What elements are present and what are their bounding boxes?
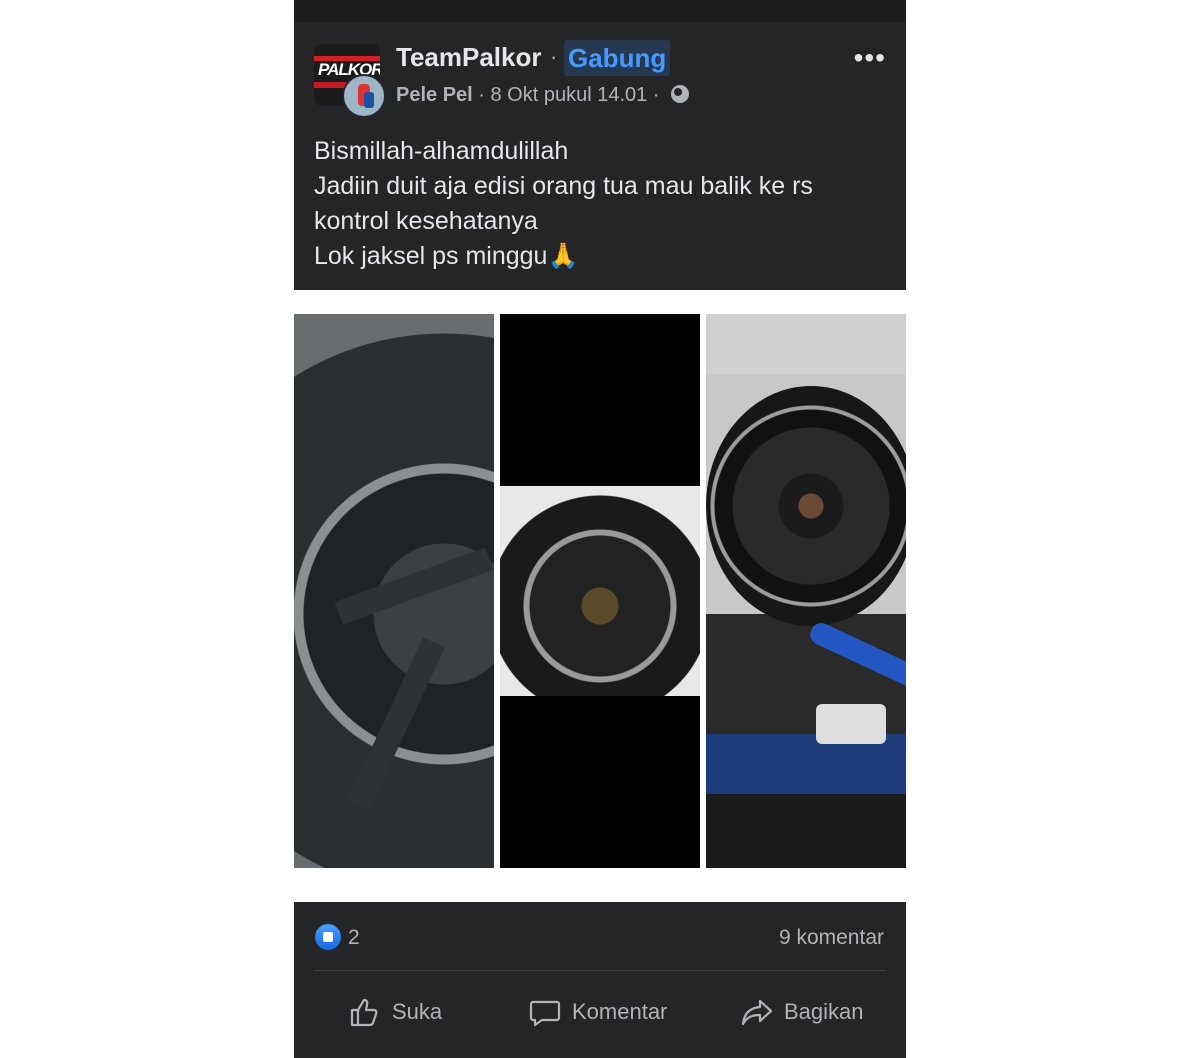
comment-button[interactable]: Komentar (528, 986, 667, 1038)
join-button[interactable]: Gabung (564, 40, 671, 76)
share-label: Bagikan (784, 999, 864, 1024)
wheel-shape (706, 386, 906, 626)
share-button[interactable]: Bagikan (740, 986, 864, 1038)
post-header: PALKOR TeamPalkor · Gabung Pele Pel · 8 … (294, 38, 906, 118)
blue-hose (806, 619, 906, 691)
action-bar: Suka Komentar Bagikan (294, 986, 906, 1038)
like-button[interactable]: Suka (348, 986, 442, 1038)
post-line: Lok jaksel ps minggu🙏 (314, 242, 579, 270)
like-reaction-icon[interactable] (315, 924, 341, 950)
globe-icon (671, 85, 690, 103)
coolant-tank (816, 704, 886, 744)
photo-grid (294, 290, 906, 902)
avatar-figure (364, 92, 374, 108)
facebook-post: PALKOR TeamPalkor · Gabung Pele Pel · 8 … (294, 0, 906, 1058)
post-meta: Pele Pel · 8 Okt pukul 14.01 · (396, 84, 690, 107)
like-label: Suka (392, 999, 443, 1024)
reaction-count[interactable]: 2 (348, 926, 360, 950)
group-name[interactable]: TeamPalkor (396, 42, 541, 73)
user-avatar[interactable] (342, 74, 386, 118)
photo-wheel-engine[interactable] (706, 314, 906, 868)
photo-wheel-inner (500, 486, 700, 696)
photo-wheel-closeup[interactable] (294, 314, 494, 868)
post-timestamp[interactable]: 8 Okt pukul 14.01 (491, 84, 648, 106)
wheel-spoke (334, 547, 494, 625)
more-options-icon[interactable]: ••• (854, 42, 886, 74)
post-footer: 2 9 komentar Suka Komentar Bagikan (294, 902, 906, 1058)
post-line: Bismillah-alhamdulillah (314, 137, 569, 165)
meta-separator: · (652, 84, 660, 106)
post-line: Jadiin duit aja edisi orang tua mau bali… (314, 172, 813, 200)
comment-count[interactable]: 9 komentar (779, 926, 884, 950)
separator-dot: · (550, 44, 558, 69)
wheel-spoke (347, 637, 445, 811)
thumbs-up-icon (350, 998, 378, 1027)
comment-bubble-icon (529, 1000, 561, 1027)
post-line: kontrol kesehatanya (314, 207, 538, 235)
divider (314, 970, 886, 971)
top-bar (294, 0, 906, 22)
share-arrow-icon (741, 999, 773, 1026)
post-text: Bismillah-alhamdulillah Jadiin duit aja … (314, 134, 884, 274)
photo-wheel-brake[interactable] (500, 314, 700, 868)
author-name[interactable]: Pele Pel (396, 84, 473, 106)
comment-label: Komentar (572, 999, 668, 1024)
meta-separator: · (478, 84, 491, 106)
